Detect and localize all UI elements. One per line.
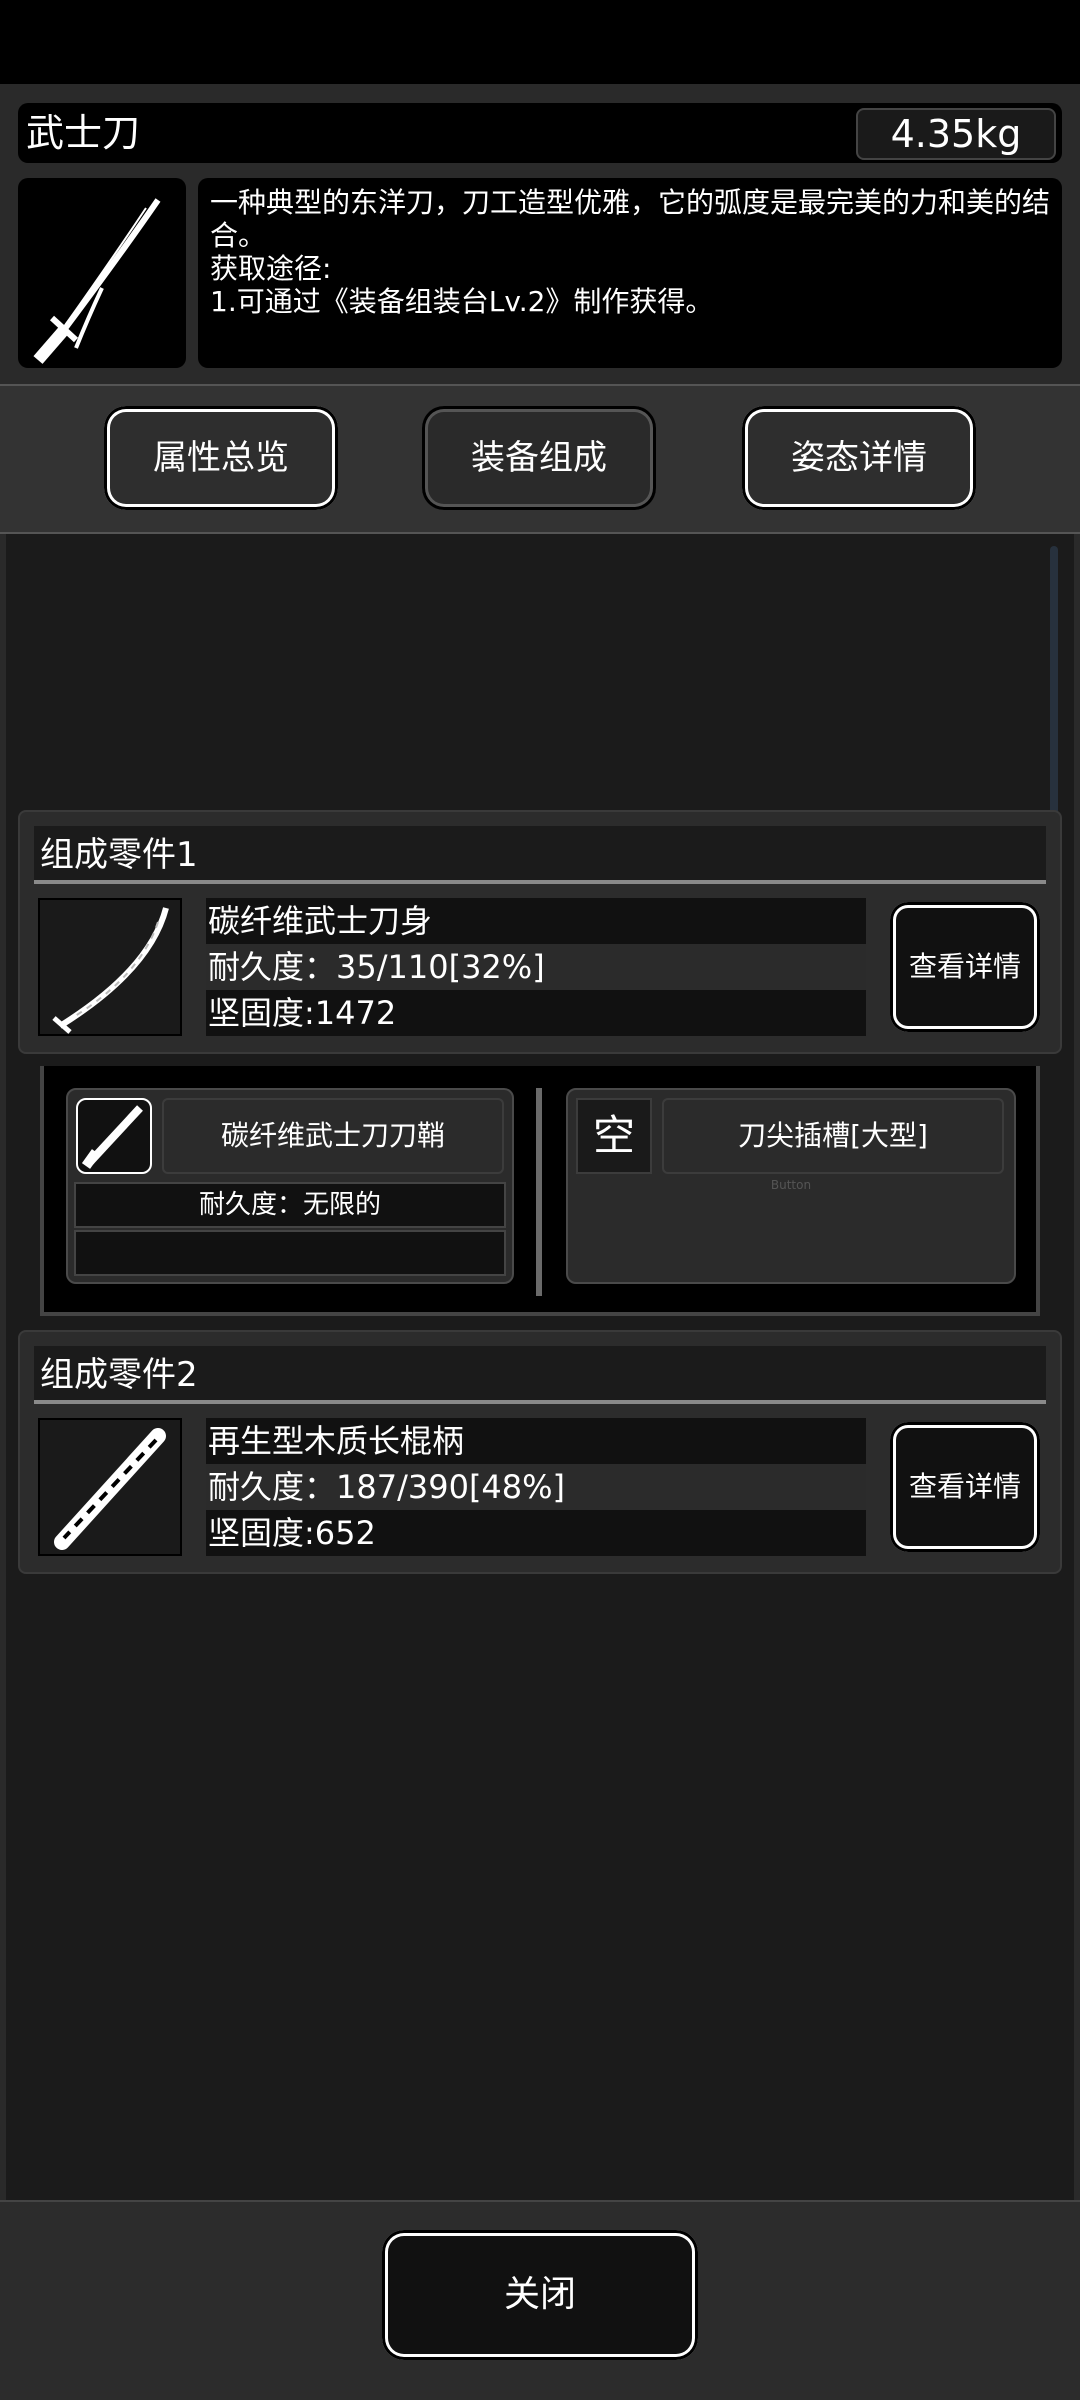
item-weight: 4.35kg xyxy=(856,108,1056,160)
wooden-handle-icon xyxy=(38,1418,182,1556)
tab-stance-details[interactable]: 姿态详情 xyxy=(742,406,976,510)
part-header-2: 组成零件2 xyxy=(34,1346,1046,1404)
blade-icon xyxy=(38,898,182,1036)
part-durability: 耐久度：35/110[32%] xyxy=(206,944,866,990)
slot-hint-text: Button xyxy=(770,1178,812,1192)
part-name: 碳纤维武士刀身 xyxy=(208,902,433,940)
part-info-1: 碳纤维武士刀身 耐久度：35/110[32%] 坚固度:1472 xyxy=(206,898,866,1036)
part-header-1: 组成零件1 xyxy=(34,826,1046,884)
empty-slot-indicator: 空 xyxy=(576,1098,652,1174)
item-description: 一种典型的东洋刀，刀工造型优雅，它的弧度是最完美的力和美的结合。 xyxy=(210,186,1051,252)
item-description-panel: 一种典型的东洋刀，刀工造型优雅，它的弧度是最完美的力和美的结合。 获取途径: 1… xyxy=(198,178,1062,368)
subpart-name-scabbard: 碳纤维武士刀刀鞘 xyxy=(162,1098,504,1174)
part-durability: 耐久度：187/390[48%] xyxy=(206,1464,866,1510)
subpart-divider xyxy=(536,1088,542,1296)
obtain-label: 获取途径: xyxy=(210,252,332,285)
subpart-durability-scabbard: 耐久度：无限的 xyxy=(74,1182,506,1228)
subpart-name-tip-slot: 刀尖插槽[大型] xyxy=(662,1098,1004,1174)
part-hardness: 坚固度:652 xyxy=(208,1514,376,1552)
katana-icon xyxy=(18,178,186,368)
view-details-button-2[interactable]: 查看详情 xyxy=(890,1422,1040,1552)
item-name: 武士刀 xyxy=(26,111,141,155)
scrollbar[interactable] xyxy=(1050,546,1058,826)
close-button[interactable]: 关闭 xyxy=(382,2230,698,2360)
subpart-extra-row xyxy=(74,1230,506,1276)
obtain-method: 1.可通过《装备组装台Lv.2》制作获得。 xyxy=(210,285,714,318)
tab-equipment-composition[interactable]: 装备组成 xyxy=(422,406,656,510)
part-name: 再生型木质长棍柄 xyxy=(208,1422,465,1460)
scabbard-icon xyxy=(76,1098,152,1174)
part-hardness: 坚固度:1472 xyxy=(208,994,397,1032)
view-details-button-1[interactable]: 查看详情 xyxy=(890,902,1040,1032)
tab-attribute-overview[interactable]: 属性总览 xyxy=(104,406,338,510)
part-info-2: 再生型木质长棍柄 耐久度：187/390[48%] 坚固度:652 xyxy=(206,1418,866,1556)
